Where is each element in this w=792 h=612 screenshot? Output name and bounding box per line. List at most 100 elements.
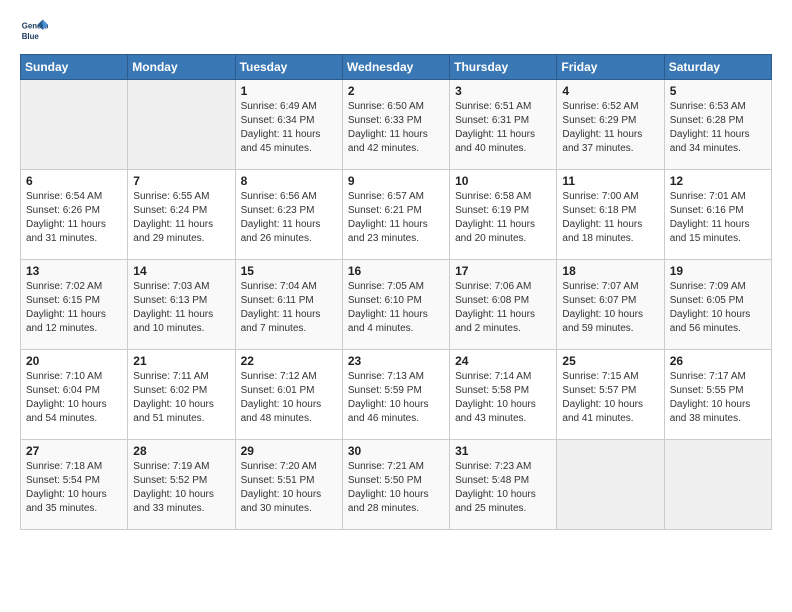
cell-content: Sunrise: 7:12 AM Sunset: 6:01 PM Dayligh…: [241, 370, 337, 426]
calendar-cell: 7 Sunrise: 6:55 AM Sunset: 6:24 PM Dayli…: [128, 170, 235, 260]
cell-content: Sunrise: 7:13 AM Sunset: 5:59 PM Dayligh…: [348, 370, 444, 426]
sunrise-text: Sunrise: 7:00 AM: [562, 190, 658, 204]
daylight-text: Daylight: 10 hours and 41 minutes.: [562, 398, 658, 426]
day-number: 3: [455, 84, 551, 98]
daylight-text: Daylight: 11 hours and 12 minutes.: [26, 308, 122, 336]
cell-content: Sunrise: 6:55 AM Sunset: 6:24 PM Dayligh…: [133, 190, 229, 246]
day-number: 18: [562, 264, 658, 278]
day-number: 11: [562, 174, 658, 188]
calendar-cell: 6 Sunrise: 6:54 AM Sunset: 6:26 PM Dayli…: [21, 170, 128, 260]
calendar-cell: 9 Sunrise: 6:57 AM Sunset: 6:21 PM Dayli…: [342, 170, 449, 260]
day-number: 13: [26, 264, 122, 278]
sunset-text: Sunset: 6:29 PM: [562, 114, 658, 128]
calendar-cell: [557, 440, 664, 530]
sunset-text: Sunset: 6:04 PM: [26, 384, 122, 398]
cell-content: Sunrise: 7:19 AM Sunset: 5:52 PM Dayligh…: [133, 460, 229, 516]
cell-content: Sunrise: 7:14 AM Sunset: 5:58 PM Dayligh…: [455, 370, 551, 426]
daylight-text: Daylight: 11 hours and 20 minutes.: [455, 218, 551, 246]
calendar-cell: 13 Sunrise: 7:02 AM Sunset: 6:15 PM Dayl…: [21, 260, 128, 350]
calendar-cell: 2 Sunrise: 6:50 AM Sunset: 6:33 PM Dayli…: [342, 80, 449, 170]
sunset-text: Sunset: 6:24 PM: [133, 204, 229, 218]
daylight-text: Daylight: 11 hours and 15 minutes.: [670, 218, 766, 246]
daylight-text: Daylight: 10 hours and 35 minutes.: [26, 488, 122, 516]
calendar-cell: 20 Sunrise: 7:10 AM Sunset: 6:04 PM Dayl…: [21, 350, 128, 440]
sunrise-text: Sunrise: 7:03 AM: [133, 280, 229, 294]
day-header: Saturday: [664, 55, 771, 80]
cell-content: Sunrise: 7:01 AM Sunset: 6:16 PM Dayligh…: [670, 190, 766, 246]
cell-content: Sunrise: 7:17 AM Sunset: 5:55 PM Dayligh…: [670, 370, 766, 426]
daylight-text: Daylight: 10 hours and 54 minutes.: [26, 398, 122, 426]
cell-content: Sunrise: 7:11 AM Sunset: 6:02 PM Dayligh…: [133, 370, 229, 426]
day-number: 20: [26, 354, 122, 368]
sunrise-text: Sunrise: 7:04 AM: [241, 280, 337, 294]
day-number: 17: [455, 264, 551, 278]
cell-content: Sunrise: 7:10 AM Sunset: 6:04 PM Dayligh…: [26, 370, 122, 426]
daylight-text: Daylight: 11 hours and 42 minutes.: [348, 128, 444, 156]
sunset-text: Sunset: 6:31 PM: [455, 114, 551, 128]
sunrise-text: Sunrise: 7:10 AM: [26, 370, 122, 384]
cell-content: Sunrise: 6:50 AM Sunset: 6:33 PM Dayligh…: [348, 100, 444, 156]
daylight-text: Daylight: 11 hours and 2 minutes.: [455, 308, 551, 336]
calendar-cell: 24 Sunrise: 7:14 AM Sunset: 5:58 PM Dayl…: [450, 350, 557, 440]
sunset-text: Sunset: 6:26 PM: [26, 204, 122, 218]
cell-content: Sunrise: 6:56 AM Sunset: 6:23 PM Dayligh…: [241, 190, 337, 246]
sunrise-text: Sunrise: 7:17 AM: [670, 370, 766, 384]
calendar-cell: 27 Sunrise: 7:18 AM Sunset: 5:54 PM Dayl…: [21, 440, 128, 530]
sunrise-text: Sunrise: 6:52 AM: [562, 100, 658, 114]
calendar-cell: 19 Sunrise: 7:09 AM Sunset: 6:05 PM Dayl…: [664, 260, 771, 350]
daylight-text: Daylight: 10 hours and 43 minutes.: [455, 398, 551, 426]
day-number: 23: [348, 354, 444, 368]
sunset-text: Sunset: 5:54 PM: [26, 474, 122, 488]
calendar-cell: 1 Sunrise: 6:49 AM Sunset: 6:34 PM Dayli…: [235, 80, 342, 170]
day-number: 14: [133, 264, 229, 278]
cell-content: Sunrise: 7:15 AM Sunset: 5:57 PM Dayligh…: [562, 370, 658, 426]
daylight-text: Daylight: 10 hours and 25 minutes.: [455, 488, 551, 516]
daylight-text: Daylight: 11 hours and 34 minutes.: [670, 128, 766, 156]
calendar-cell: [21, 80, 128, 170]
cell-content: Sunrise: 7:18 AM Sunset: 5:54 PM Dayligh…: [26, 460, 122, 516]
cell-content: Sunrise: 7:23 AM Sunset: 5:48 PM Dayligh…: [455, 460, 551, 516]
calendar-cell: 17 Sunrise: 7:06 AM Sunset: 6:08 PM Dayl…: [450, 260, 557, 350]
sunrise-text: Sunrise: 7:21 AM: [348, 460, 444, 474]
daylight-text: Daylight: 11 hours and 10 minutes.: [133, 308, 229, 336]
day-number: 1: [241, 84, 337, 98]
calendar-cell: 21 Sunrise: 7:11 AM Sunset: 6:02 PM Dayl…: [128, 350, 235, 440]
day-number: 27: [26, 444, 122, 458]
day-number: 8: [241, 174, 337, 188]
calendar-cell: 16 Sunrise: 7:05 AM Sunset: 6:10 PM Dayl…: [342, 260, 449, 350]
day-number: 9: [348, 174, 444, 188]
calendar-cell: 29 Sunrise: 7:20 AM Sunset: 5:51 PM Dayl…: [235, 440, 342, 530]
sunset-text: Sunset: 5:48 PM: [455, 474, 551, 488]
sunset-text: Sunset: 6:33 PM: [348, 114, 444, 128]
cell-content: Sunrise: 6:57 AM Sunset: 6:21 PM Dayligh…: [348, 190, 444, 246]
sunrise-text: Sunrise: 7:05 AM: [348, 280, 444, 294]
calendar-cell: [128, 80, 235, 170]
daylight-text: Daylight: 11 hours and 26 minutes.: [241, 218, 337, 246]
sunset-text: Sunset: 5:57 PM: [562, 384, 658, 398]
sunset-text: Sunset: 6:15 PM: [26, 294, 122, 308]
cell-content: Sunrise: 7:06 AM Sunset: 6:08 PM Dayligh…: [455, 280, 551, 336]
sunrise-text: Sunrise: 7:19 AM: [133, 460, 229, 474]
cell-content: Sunrise: 7:03 AM Sunset: 6:13 PM Dayligh…: [133, 280, 229, 336]
day-number: 4: [562, 84, 658, 98]
calendar-cell: 22 Sunrise: 7:12 AM Sunset: 6:01 PM Dayl…: [235, 350, 342, 440]
cell-content: Sunrise: 6:51 AM Sunset: 6:31 PM Dayligh…: [455, 100, 551, 156]
sunrise-text: Sunrise: 7:23 AM: [455, 460, 551, 474]
calendar-cell: 18 Sunrise: 7:07 AM Sunset: 6:07 PM Dayl…: [557, 260, 664, 350]
calendar-cell: 3 Sunrise: 6:51 AM Sunset: 6:31 PM Dayli…: [450, 80, 557, 170]
day-number: 10: [455, 174, 551, 188]
calendar-cell: 23 Sunrise: 7:13 AM Sunset: 5:59 PM Dayl…: [342, 350, 449, 440]
header-row: SundayMondayTuesdayWednesdayThursdayFrid…: [21, 55, 772, 80]
cell-content: Sunrise: 7:07 AM Sunset: 6:07 PM Dayligh…: [562, 280, 658, 336]
cell-content: Sunrise: 6:53 AM Sunset: 6:28 PM Dayligh…: [670, 100, 766, 156]
sunset-text: Sunset: 6:19 PM: [455, 204, 551, 218]
sunset-text: Sunset: 6:23 PM: [241, 204, 337, 218]
daylight-text: Daylight: 10 hours and 59 minutes.: [562, 308, 658, 336]
calendar-week-row: 1 Sunrise: 6:49 AM Sunset: 6:34 PM Dayli…: [21, 80, 772, 170]
sunrise-text: Sunrise: 7:07 AM: [562, 280, 658, 294]
daylight-text: Daylight: 11 hours and 40 minutes.: [455, 128, 551, 156]
daylight-text: Daylight: 11 hours and 31 minutes.: [26, 218, 122, 246]
calendar-cell: 10 Sunrise: 6:58 AM Sunset: 6:19 PM Dayl…: [450, 170, 557, 260]
sunrise-text: Sunrise: 6:58 AM: [455, 190, 551, 204]
day-number: 21: [133, 354, 229, 368]
